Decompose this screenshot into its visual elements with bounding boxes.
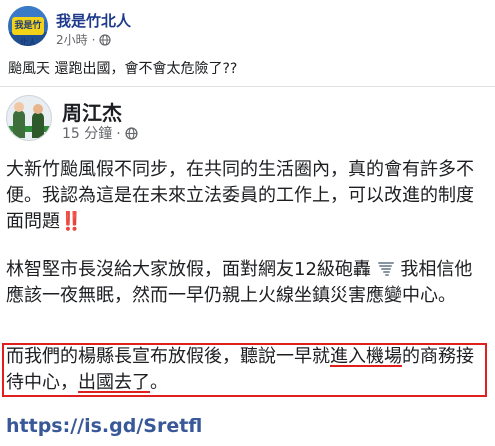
avatar-head-left bbox=[14, 102, 24, 112]
shared-post-meta: 15 分鐘 · bbox=[62, 123, 138, 143]
meta-separator: · bbox=[116, 126, 121, 142]
shared-author-name[interactable]: 周江杰 bbox=[62, 97, 122, 126]
shared-link[interactable]: https://is.gd/Sretfl bbox=[6, 415, 202, 437]
shared-post-body: 大新竹颱風假不同步，在共同的生活圈內，真的會有許多不便。我認為這是在未來立法委員… bbox=[6, 157, 490, 309]
avatar-badge-text: 我是竹北人 bbox=[12, 17, 44, 46]
double-exclamation-icon: ‼️ bbox=[60, 211, 82, 232]
globe-icon bbox=[125, 127, 138, 140]
shared-post: 周江杰 15 分鐘 · 大新竹颱風假不同步，在共同的生活圈內，真的會有許多不便。我… bbox=[0, 86, 495, 446]
tornado-icon bbox=[377, 262, 394, 276]
avatar-person-left bbox=[13, 110, 25, 138]
highlight-text-a: 而我們的楊縣長宣布放假後，聽說一早就 bbox=[6, 346, 330, 367]
shared-author-avatar[interactable] bbox=[6, 95, 52, 141]
outer-author-name[interactable]: 我是竹北人 bbox=[56, 10, 131, 31]
underlined-went-abroad: 出國去了 bbox=[78, 372, 150, 393]
shared-post-header: 周江杰 15 分鐘 · bbox=[6, 95, 486, 142]
outer-post-header: 我是竹北人 我是竹北人 2小時 · bbox=[8, 6, 488, 50]
avatar-head-right bbox=[33, 104, 43, 114]
paragraph-2-text-a: 林智堅市長沒給大家放假，面對網友12級砲轟 bbox=[6, 259, 371, 280]
highlight-text-end: 。 bbox=[150, 372, 168, 393]
underlined-airport: 進入機場 bbox=[330, 346, 402, 367]
page-avatar[interactable]: 我是竹北人 bbox=[8, 6, 48, 46]
avatar-person-right bbox=[32, 112, 44, 138]
meta-separator: · bbox=[91, 33, 96, 47]
paragraph-2: 林智堅市長沒給大家放假，面對網友12級砲轟 我相信他應該一夜無眠，然而一早仍親上… bbox=[6, 257, 490, 309]
highlighted-paragraph: 而我們的楊縣長宣布放假後，聽說一早就進入機場的商務接待中心，出國去了。 bbox=[6, 344, 486, 396]
globe-icon bbox=[99, 34, 112, 46]
shared-post-time[interactable]: 15 分鐘 bbox=[62, 126, 112, 142]
outer-post-time[interactable]: 2小時 bbox=[56, 33, 88, 47]
outer-post-meta: 2小時 · bbox=[56, 31, 112, 48]
paragraph-1: 大新竹颱風假不同步，在共同的生活圈內，真的會有許多不便。我認為這是在未來立法委員… bbox=[6, 157, 490, 235]
outer-post-text: 颱風天 還跑出國，會不會太危險了?? bbox=[8, 61, 238, 77]
